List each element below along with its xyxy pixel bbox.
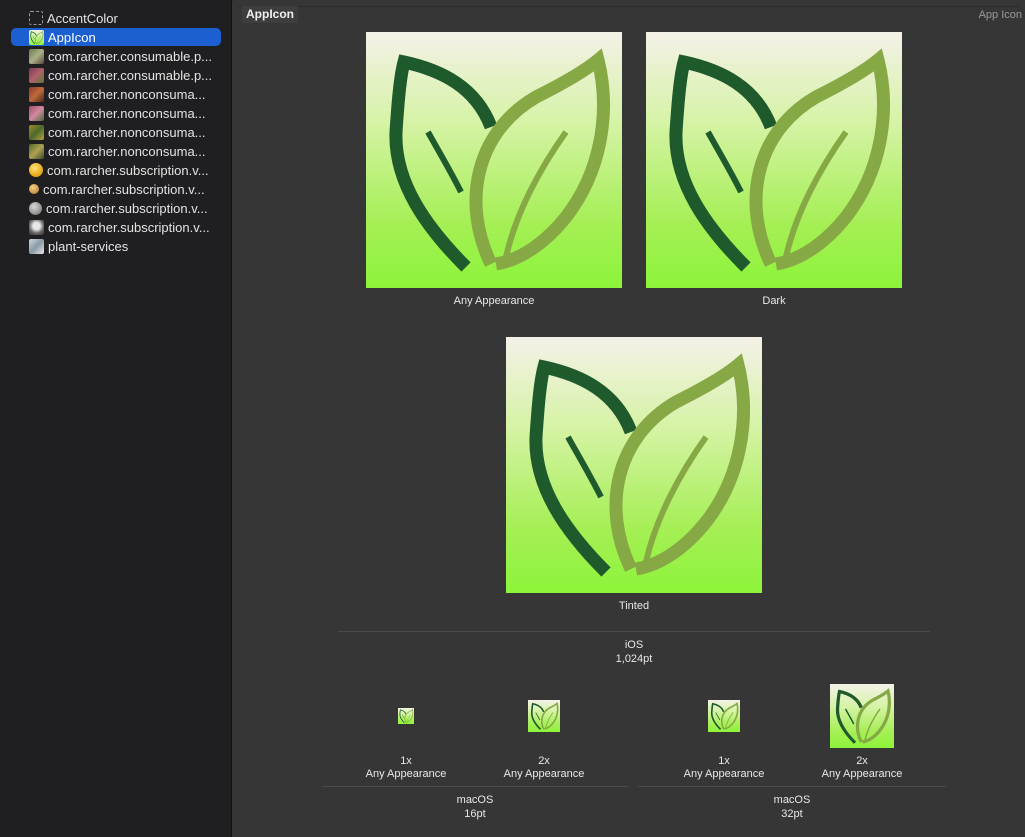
leaf-logo-icon [506,337,762,593]
ios-platform-label: iOS [624,639,644,651]
macos-16-1x-well[interactable] [398,708,414,724]
sidebar-item-subscription-1[interactable]: com.rarcher.subscription.v... [11,161,221,179]
header-divider [238,6,1019,7]
sidebar-item-label: com.rarcher.consumable.p... [48,67,213,83]
sidebar-item-label: com.rarcher.subscription.v... [46,200,208,216]
plant-photo-thumbnail-icon [29,48,44,64]
sidebar-item-appicon[interactable]: AppIcon [11,28,221,46]
plant-photo-thumbnail-icon [29,86,44,102]
macos-32-1x-well[interactable] [708,700,740,732]
leaf-logo-icon [646,32,902,288]
appicon-any-appearance-well[interactable] [366,32,622,288]
macos-32-size-label: 32pt [781,808,803,820]
sidebar-item-label: com.rarcher.nonconsuma... [48,143,206,159]
leaf-app-icon [29,29,44,45]
sidebar-item-label: com.rarcher.subscription.v... [43,181,205,197]
macos-16-size-label: 16pt [464,808,486,820]
appicon-tinted-well[interactable] [506,337,762,593]
sidebar-item-label: AppIcon [48,29,96,45]
leaf-logo-icon [528,700,560,732]
sidebar-item-label: com.rarcher.consumable.p... [48,48,213,64]
sidebar-item-consumable-2[interactable]: com.rarcher.consumable.p... [11,66,221,84]
asset-set-title: AppIcon [242,6,298,23]
macos-32-2x-well[interactable] [830,684,894,748]
plant-photo-thumbnail-icon [29,105,44,121]
group-divider [322,786,628,787]
leaf-logo-icon [366,32,622,288]
slot-scale: 2x [856,755,868,767]
appicon-caption: Any Appearance [453,295,535,307]
slot-appearance: Any Appearance [503,768,585,780]
slot-scale: 1x [400,755,412,767]
sidebar-item-label: com.rarcher.subscription.v... [47,162,209,178]
plant-photo-thumbnail-icon [29,143,44,159]
plant-photo-thumbnail-icon [29,67,44,83]
sidebar-item-label: com.rarcher.subscription.v... [48,219,210,235]
asset-sidebar: AccentColor AppIcon com.rarcher.consumab… [0,0,232,837]
services-photo-thumbnail-icon [29,238,44,254]
macos-16-2x-well[interactable] [528,700,560,732]
ios-size-label: 1,024pt [615,653,653,665]
sidebar-item-label: plant-services [48,238,129,254]
group-divider [638,786,946,787]
asset-set-type: App Icon [978,9,1022,21]
slot-appearance: Any Appearance [821,768,903,780]
slot-scale: 1x [718,755,730,767]
sidebar-item-consumable-1[interactable]: com.rarcher.consumable.p... [11,47,221,65]
appicon-caption: Tinted [618,600,650,612]
group-divider [338,631,930,632]
slot-appearance: Any Appearance [365,768,447,780]
sidebar-item-label: com.rarcher.nonconsuma... [48,86,206,102]
sidebar-item-nonconsumable-3[interactable]: com.rarcher.nonconsuma... [11,123,221,141]
sidebar-item-label: com.rarcher.nonconsuma... [48,105,206,121]
sidebar-item-plant-services[interactable]: plant-services [11,237,221,255]
silver-coin-icon [29,201,42,215]
plant-photo-thumbnail-icon [29,124,44,140]
sidebar-item-nonconsumable-1[interactable]: com.rarcher.nonconsuma... [11,85,221,103]
sidebar-item-subscription-4[interactable]: com.rarcher.subscription.v... [11,218,221,236]
gold-coin-icon [29,163,43,177]
slot-scale: 2x [538,755,550,767]
slot-appearance: Any Appearance [683,768,765,780]
macos-32-platform-label: macOS [773,794,811,806]
sidebar-item-label: com.rarcher.nonconsuma... [48,124,206,140]
appicon-caption: Dark [762,295,786,307]
leaf-logo-icon [708,700,740,732]
sidebar-item-label: AccentColor [47,10,118,26]
leaf-logo-icon [830,684,894,748]
leaf-logo-icon [398,708,414,724]
sidebar-item-nonconsumable-4[interactable]: com.rarcher.nonconsuma... [11,142,221,160]
appicon-dark-well[interactable] [646,32,902,288]
sidebar-item-subscription-2[interactable]: com.rarcher.subscription.v... [11,180,221,198]
macos-16-platform-label: macOS [456,794,494,806]
bronze-coin-icon [29,184,39,194]
sidebar-item-subscription-3[interactable]: com.rarcher.subscription.v... [11,199,221,217]
sidebar-item-accentcolor[interactable]: AccentColor [11,9,221,27]
dashed-color-swatch-icon [29,11,43,25]
asset-editor: AppIcon App Icon Any Appearance Dark Tin… [232,0,1025,837]
sidebar-item-nonconsumable-2[interactable]: com.rarcher.nonconsuma... [11,104,221,122]
platinum-badge-icon [29,219,44,235]
